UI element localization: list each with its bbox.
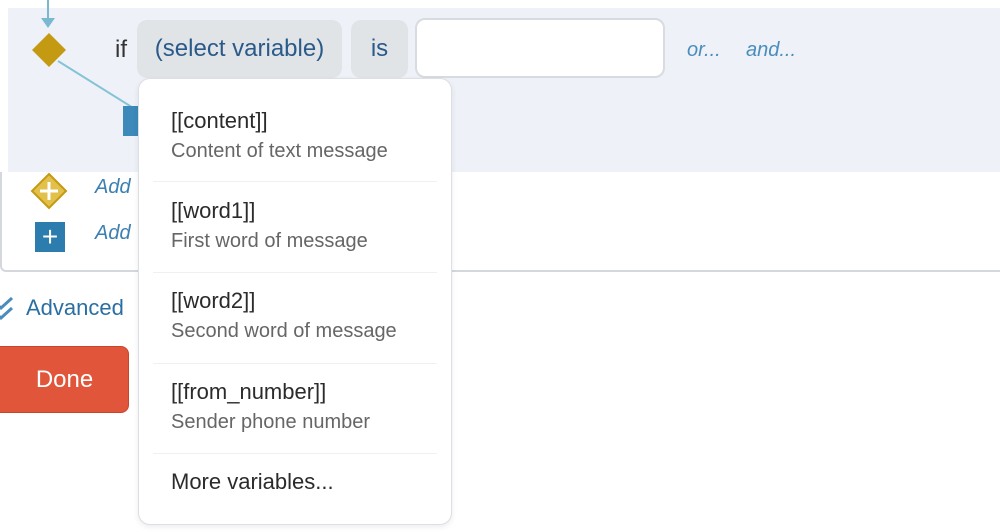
variable-dropdown: [[content]] Content of text message [[wo…: [138, 78, 452, 525]
variable-code: [[word2]]: [171, 288, 256, 313]
dropdown-item[interactable]: [[word1]] First word of message: [153, 182, 437, 273]
variable-description: First word of message: [171, 230, 368, 252]
rule-editor: if (select variable) is or... and... Add…: [0, 0, 1000, 532]
operator-select[interactable]: is: [351, 20, 408, 78]
variable-code: [[content]]: [171, 108, 268, 133]
and-link[interactable]: and...: [746, 39, 796, 62]
variable-code: [[from_number]]: [171, 379, 327, 404]
advanced-label[interactable]: Advanced: [26, 295, 124, 321]
dropdown-item[interactable]: [[from_number]] Sender phone number: [153, 364, 437, 454]
dropdown-item[interactable]: [[word2]] Second word of message: [153, 273, 437, 364]
diamond-icon[interactable]: [31, 32, 67, 68]
dropdown-item[interactable]: [[content]] Content of text message: [153, 91, 437, 182]
condition-value-input[interactable]: [415, 18, 665, 78]
variable-code: [[word1]]: [171, 198, 256, 223]
more-variables-item[interactable]: More variables...: [153, 454, 437, 514]
add-action-label[interactable]: Add: [95, 222, 131, 245]
square-plus-icon[interactable]: +: [35, 222, 65, 252]
diamond-plus-icon[interactable]: [30, 172, 68, 210]
variable-description: Second word of message: [171, 320, 397, 342]
done-button[interactable]: Done: [0, 346, 129, 413]
or-link[interactable]: or...: [687, 39, 721, 62]
connector-arrow-icon: [41, 18, 55, 28]
if-label: if: [115, 36, 127, 63]
variable-description: Content of text message: [171, 140, 388, 162]
add-condition-label[interactable]: Add: [95, 176, 131, 199]
variable-description: Sender phone number: [171, 411, 371, 433]
more-variables-label[interactable]: More variables...: [171, 469, 334, 495]
select-variable-button[interactable]: (select variable): [137, 20, 342, 78]
double-check-icon: [0, 296, 16, 322]
